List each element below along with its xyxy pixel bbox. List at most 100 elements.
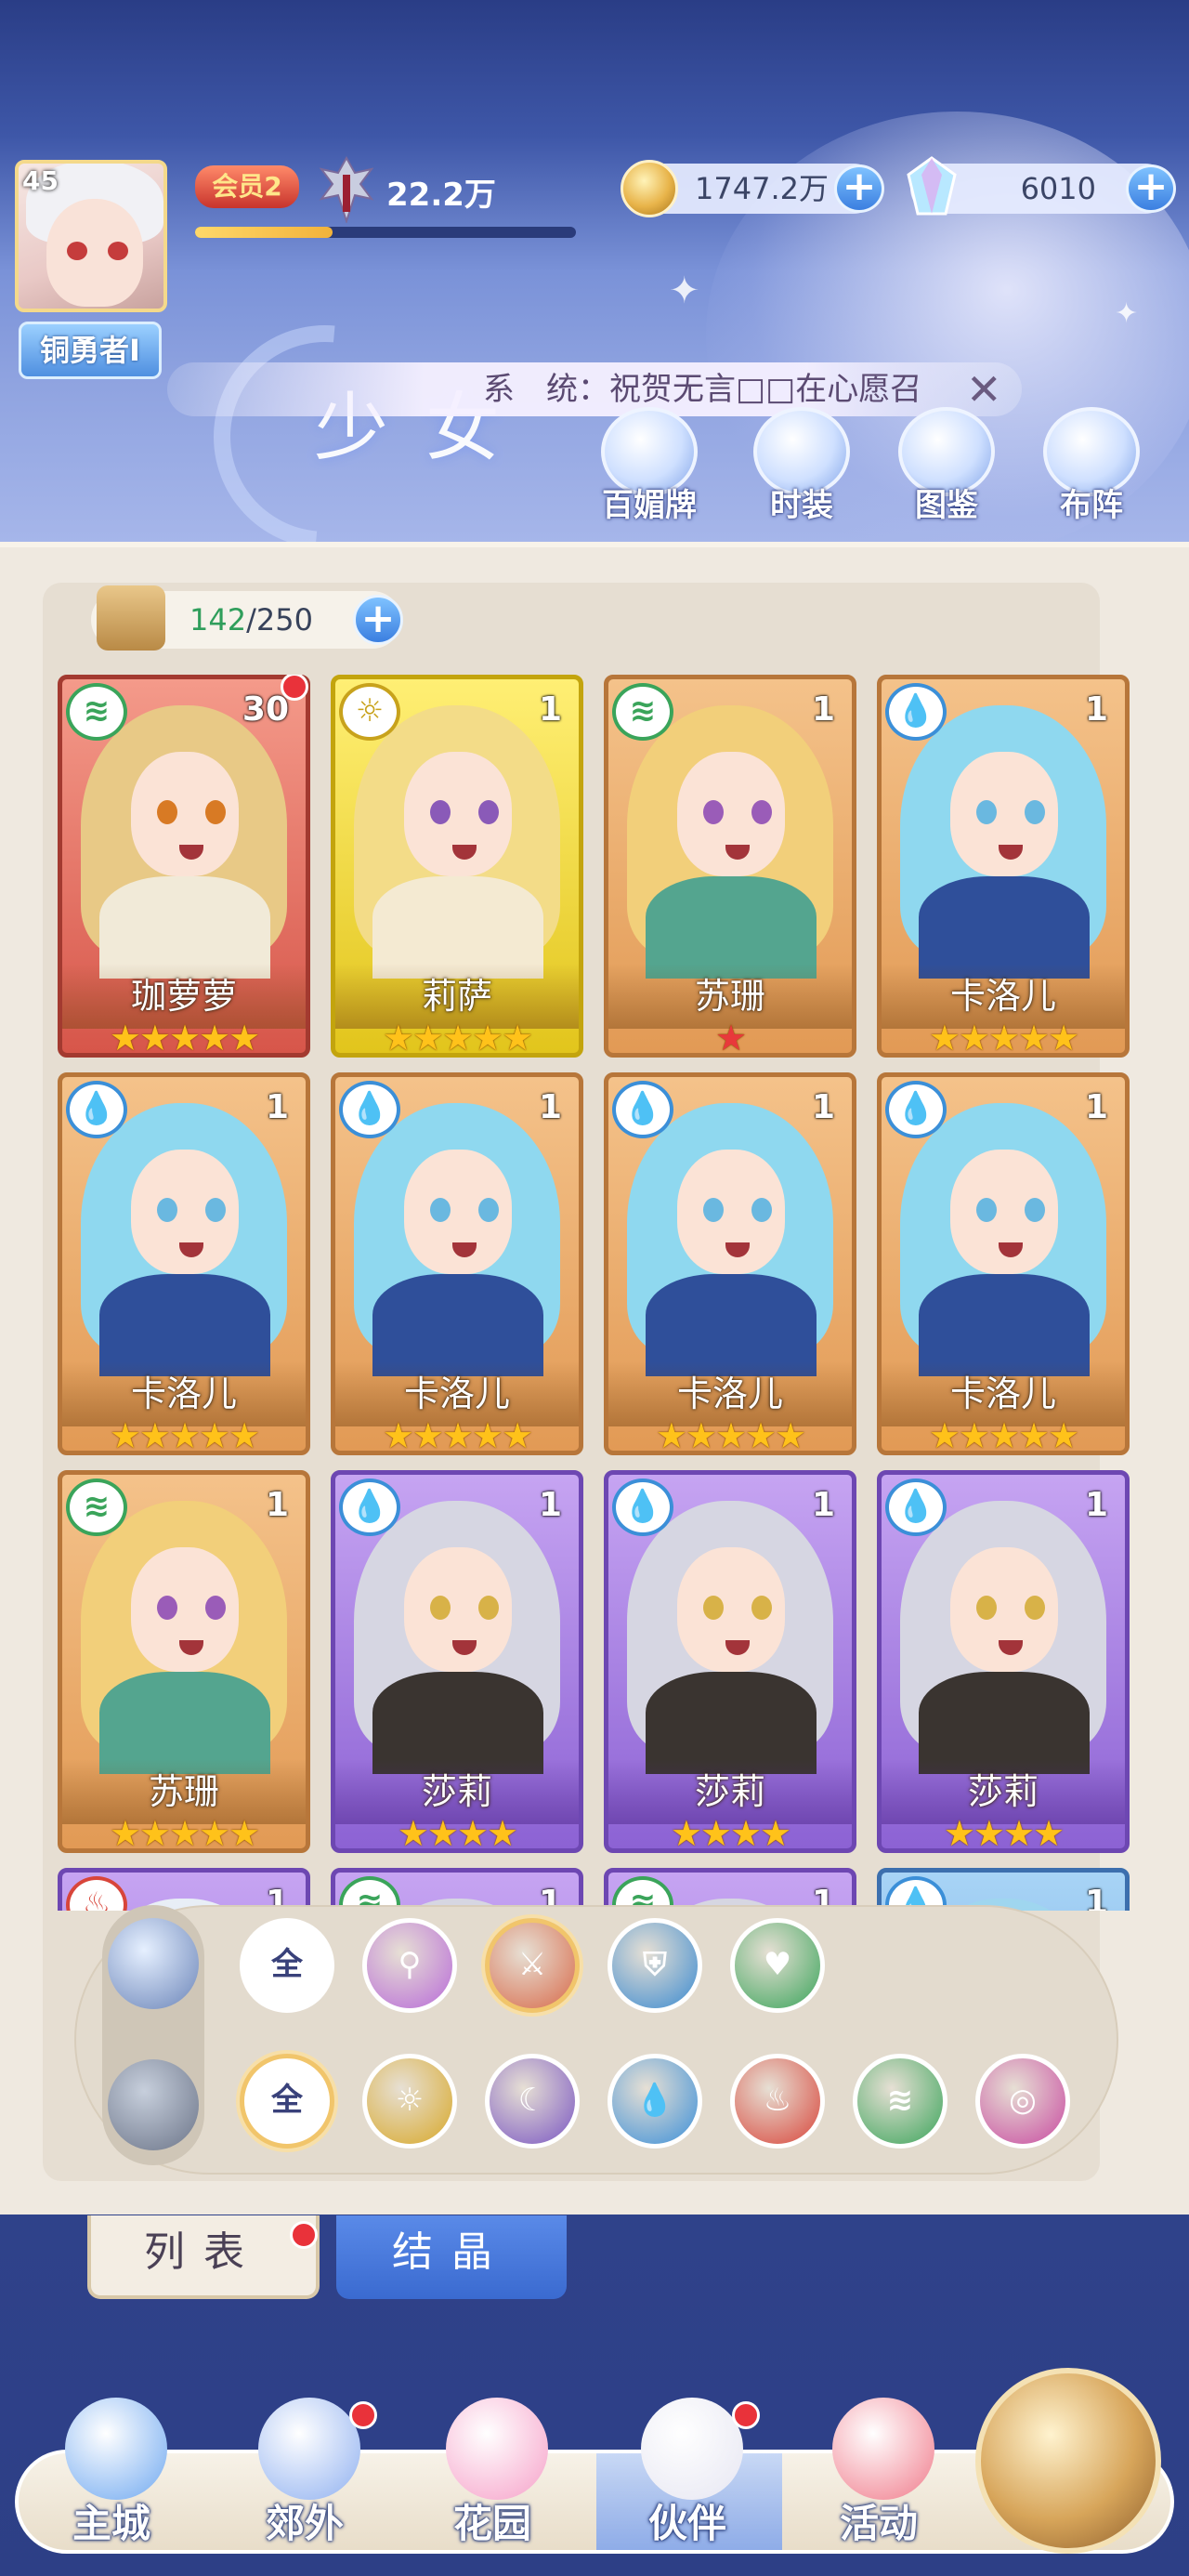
- tab-list[interactable]: 列表: [87, 2215, 320, 2299]
- formation-button[interactable]: 布阵: [1031, 407, 1152, 528]
- magic-circle-icon: [258, 2398, 360, 2500]
- wind-element-icon: ≋: [66, 1479, 127, 1536]
- list-tab-notification-dot: [290, 2221, 318, 2249]
- water-icon: 💧: [634, 2082, 675, 2119]
- star-rating: ★: [714, 1018, 747, 1058]
- filter-all-label: 全: [271, 2082, 303, 2119]
- filter-light-button[interactable]: ☼: [362, 2054, 457, 2149]
- magic-icon: ⚲: [398, 1946, 422, 1983]
- partner-card[interactable]: 💧 1 莎莉 ★★★★: [604, 1470, 856, 1853]
- filter-water-button[interactable]: 💧: [608, 2054, 702, 2149]
- wind-icon: ≋: [886, 2082, 914, 2119]
- filter-wind-button[interactable]: ≋: [853, 2054, 947, 2149]
- filter-all-button[interactable]: 全: [240, 1918, 334, 2013]
- guardian-icon: ⛨: [643, 1946, 667, 1983]
- card-count: 1: [811, 690, 835, 729]
- star-rating: ★★★★★: [655, 1415, 806, 1455]
- heart-icon: [446, 2398, 548, 2500]
- vip-badge[interactable]: 会员2: [195, 165, 299, 208]
- star-rating: ★★★★: [670, 1813, 791, 1853]
- partner-card[interactable]: ≋ 1 苏珊 ★: [604, 675, 856, 1058]
- sparkle-icon: ✦: [669, 269, 700, 312]
- card-count: 1: [538, 1088, 562, 1126]
- expand-capacity-button[interactable]: +: [353, 595, 403, 645]
- water-element-icon: 💧: [66, 1081, 127, 1138]
- filter-dark-button[interactable]: ☾: [485, 2054, 580, 2149]
- card-count: 30: [242, 690, 289, 729]
- fire-icon: ♨: [763, 2082, 792, 2119]
- card-count: 1: [265, 1088, 289, 1126]
- partner-card[interactable]: 💧 1 卡洛儿 ★★★★★: [604, 1072, 856, 1455]
- wind-element-icon: ≋: [612, 683, 673, 741]
- partner-card[interactable]: 💧 1 卡洛儿 ★★★★★: [877, 675, 1130, 1058]
- card-count: 1: [1084, 1884, 1108, 1911]
- star-rating: ★★★★★: [109, 1415, 260, 1455]
- nav-partner[interactable]: 伙伴: [594, 2398, 780, 2565]
- card-count: 1: [538, 1486, 562, 1524]
- light-element-icon: ☼: [339, 683, 400, 741]
- water-element-icon: 💧: [885, 683, 947, 741]
- compass-icon[interactable]: [975, 2368, 1161, 2554]
- chaos-icon: ◎: [1009, 2082, 1037, 2119]
- water-element-icon: 💧: [612, 1479, 673, 1536]
- gift-icon: [832, 2398, 934, 2500]
- filter-guardian-button[interactable]: ⛨: [608, 1918, 702, 2013]
- water-element-icon: 💧: [339, 1479, 400, 1536]
- filter-magic-button[interactable]: ⚲: [362, 1918, 457, 2013]
- water-element-icon: 💧: [339, 1081, 400, 1138]
- card-button[interactable]: 百媚牌: [589, 407, 710, 528]
- water-element-icon: 💧: [885, 1081, 947, 1138]
- sort-down-icon[interactable]: [108, 2059, 199, 2150]
- nav-label: 郊外: [265, 2501, 344, 2546]
- water-element-icon: 💧: [612, 1081, 673, 1138]
- star-rating: ★★★★★: [382, 1018, 533, 1058]
- partner-card[interactable]: ☼ 1 莉萨 ★★★★★: [331, 675, 583, 1058]
- nav-castle[interactable]: 主城: [19, 2398, 204, 2565]
- partner-card[interactable]: ≋ 30 珈萝萝 ★★★★★: [58, 675, 310, 1058]
- sparkle-icon: ✦: [1115, 297, 1139, 330]
- player-level: 45: [22, 165, 59, 196]
- xp-bar: [195, 227, 576, 238]
- star-rating: ★★★★: [943, 1813, 1065, 1853]
- nav-magic-circle[interactable]: 郊外: [212, 2398, 398, 2565]
- filter-tray: [74, 1905, 1118, 2175]
- codex-button[interactable]: 图鉴: [886, 407, 1007, 528]
- star-rating: ★★★★: [397, 1813, 518, 1853]
- star-rating: ★★★★★: [382, 1415, 533, 1455]
- costume-button[interactable]: 时装: [741, 407, 862, 528]
- partner-card[interactable]: 💧 1 卡洛儿 ★★★★★: [331, 1072, 583, 1455]
- add-gold-button[interactable]: +: [834, 164, 884, 213]
- rank-badge[interactable]: 铜勇者Ⅰ: [19, 322, 162, 379]
- filter-warrior-button[interactable]: ⚔: [485, 1918, 580, 2013]
- dark-icon: ☾: [517, 2082, 547, 2119]
- sort-up-icon[interactable]: [108, 1918, 199, 2009]
- card-count: 1: [265, 1486, 289, 1524]
- diamond-value: 6010: [1020, 171, 1096, 206]
- partner-card[interactable]: 💧 1 莎莉 ★★★★: [331, 1470, 583, 1853]
- filter-healer-button[interactable]: ♥: [730, 1918, 825, 2013]
- partner-card[interactable]: 💧 1 卡洛儿 ★★★★★: [877, 1072, 1130, 1455]
- nav-gift[interactable]: 活动: [786, 2398, 972, 2565]
- star-rating: ★★★★★: [928, 1018, 1079, 1058]
- gold-counter: 1747.2万 +: [621, 160, 884, 217]
- card-count: 1: [1084, 1486, 1108, 1524]
- tab-crystal[interactable]: 结晶: [336, 2215, 567, 2299]
- diamond-icon: [907, 156, 957, 216]
- add-diamond-button[interactable]: +: [1126, 164, 1176, 213]
- light-icon: ☼: [395, 2082, 425, 2119]
- filter-all-button[interactable]: 全: [240, 2054, 334, 2149]
- filter-fire-button[interactable]: ♨: [730, 2054, 825, 2149]
- nav-heart[interactable]: 花园: [399, 2398, 585, 2565]
- card-count: 1: [811, 1486, 835, 1524]
- wind-element-icon: ≋: [66, 683, 127, 741]
- filter-toggle[interactable]: [102, 1905, 204, 2165]
- partner-card[interactable]: 💧 1 莎莉 ★★★★: [877, 1470, 1130, 1853]
- filter-chaos-button[interactable]: ◎: [975, 2054, 1070, 2149]
- warrior-icon: ⚔: [517, 1946, 547, 1983]
- partner-card[interactable]: ≋ 1 苏珊 ★★★★★: [58, 1470, 310, 1853]
- nav-label: 主城: [72, 2501, 150, 2546]
- capacity-max: /250: [246, 602, 313, 637]
- partner-card[interactable]: 💧 1 卡洛儿 ★★★★★: [58, 1072, 310, 1455]
- star-rating: ★★★★★: [109, 1018, 260, 1058]
- power-emblem-icon: [319, 156, 374, 223]
